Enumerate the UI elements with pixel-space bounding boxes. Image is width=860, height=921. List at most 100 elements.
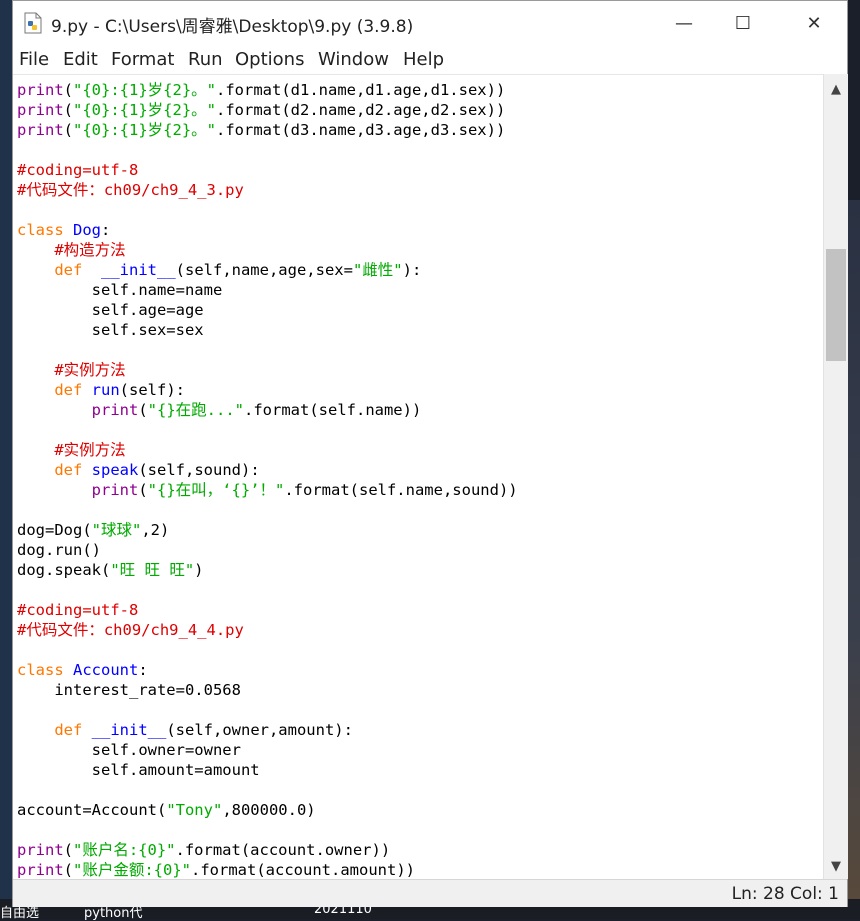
scroll-up-arrow-icon[interactable]: ▲	[824, 78, 848, 102]
scrollbar-thumb[interactable]	[826, 249, 846, 362]
code-line[interactable]	[17, 700, 518, 720]
code-line[interactable]: print("{}在叫，‘{}’！".format(self.name,soun…	[17, 480, 518, 500]
window-title: 9.py - C:\Users\周睿雅\Desktop\9.py (3.9.8)	[51, 17, 414, 37]
code-token: print	[91, 401, 139, 419]
code-token: def	[54, 461, 83, 479]
title-bar[interactable]: 9.py - C:\Users\周睿雅\Desktop\9.py (3.9.8)…	[13, 1, 847, 46]
code-text[interactable]: print("{0}:{1}岁{2}。".format(d1.name,d1.a…	[17, 80, 518, 880]
code-line[interactable]	[17, 780, 518, 800]
code-line[interactable]	[17, 500, 518, 520]
code-line[interactable]: print("{0}:{1}岁{2}。".format(d1.name,d1.a…	[17, 80, 518, 100]
menu-window[interactable]: Window	[318, 49, 389, 70]
code-token: self.age=age	[17, 301, 204, 319]
code-token: .format(self.name))	[244, 401, 422, 419]
code-token: dog.speak(	[17, 561, 111, 579]
code-line[interactable]: self.name=name	[17, 280, 518, 300]
code-line[interactable]: dog=Dog("球球",2)	[17, 520, 518, 540]
scroll-down-arrow-icon[interactable]: ▼	[824, 855, 848, 879]
code-token: print	[17, 101, 64, 119]
code-line[interactable]	[17, 580, 518, 600]
code-token: #构造方法	[54, 241, 126, 259]
code-line[interactable]	[17, 200, 518, 220]
code-line[interactable]: self.sex=sex	[17, 320, 518, 340]
code-token: account=Account(	[17, 801, 167, 819]
code-line[interactable]: #coding=utf-8	[17, 600, 518, 620]
code-line[interactable]: print("{0}:{1}岁{2}。".format(d2.name,d2.a…	[17, 100, 518, 120]
code-token: :	[138, 661, 148, 679]
code-token: print	[91, 481, 139, 499]
code-line[interactable]: #代码文件：ch09/ch9_4_4.py	[17, 620, 518, 640]
code-token: class	[17, 661, 64, 679]
code-line[interactable]: class Account:	[17, 660, 518, 680]
code-line[interactable]: def run(self):	[17, 380, 518, 400]
code-token: __init__	[91, 721, 167, 739]
code-token: "Tony"	[166, 801, 223, 819]
code-line[interactable]: print("{0}:{1}岁{2}。".format(d3.name,d3.a…	[17, 120, 518, 140]
code-token: "旺 旺 旺"	[110, 561, 195, 579]
code-token: "{}在叫，‘{}’！"	[147, 481, 285, 499]
menu-edit[interactable]: Edit	[63, 49, 98, 70]
code-token: "雌性"	[352, 261, 403, 279]
code-line[interactable]: account=Account("Tony",800000.0)	[17, 800, 518, 820]
code-token: (	[63, 101, 74, 119]
code-line[interactable]: print("{}在跑...".format(self.name))	[17, 400, 518, 420]
code-token: def	[54, 381, 83, 399]
cursor-position: Ln: 28 Col: 1	[731, 884, 839, 904]
code-line[interactable]: print("账户金额:{0}".format(account.amount))	[17, 860, 518, 880]
code-line[interactable]: dog.run()	[17, 540, 518, 560]
close-button[interactable]: ✕	[785, 1, 843, 46]
code-token: :	[101, 221, 111, 239]
code-line[interactable]	[17, 140, 518, 160]
code-line[interactable]: def speak(self,sound):	[17, 460, 518, 480]
desktop-right-strip	[848, 200, 860, 919]
code-line[interactable]: print("账户名:{0}".format(account.owner))	[17, 840, 518, 860]
code-line[interactable]: dog.speak("旺 旺 旺")	[17, 560, 518, 580]
code-line[interactable]: #代码文件：ch09/ch9_4_3.py	[17, 180, 518, 200]
code-line[interactable]: class Dog:	[17, 220, 518, 240]
menu-bar: File Edit Format Run Options Window Help	[13, 46, 847, 74]
menu-format[interactable]: Format	[111, 49, 174, 70]
vertical-scrollbar[interactable]: ▲ ▼	[823, 74, 848, 879]
code-token: run	[91, 381, 120, 399]
minimize-button[interactable]: —	[655, 1, 713, 46]
code-token: print	[17, 121, 64, 139]
code-line[interactable]: self.age=age	[17, 300, 518, 320]
code-line[interactable]: interest_rate=0.0568	[17, 680, 518, 700]
code-line[interactable]: def __init__(self,owner,amount):	[17, 720, 518, 740]
maximize-button[interactable]: ☐	[714, 1, 772, 46]
code-token: (self,name,age,sex=	[175, 261, 353, 279]
menu-options[interactable]: Options	[235, 49, 304, 70]
code-editor[interactable]: print("{0}:{1}岁{2}。".format(d1.name,d1.a…	[13, 74, 823, 880]
code-token: Dog	[73, 221, 102, 239]
code-token: "账户名:{0}"	[73, 841, 176, 859]
code-line[interactable]: self.amount=amount	[17, 760, 518, 780]
menu-run[interactable]: Run	[188, 49, 223, 70]
code-token: .format(d3.name,d3.age,d3.sex))	[216, 121, 506, 139]
code-line[interactable]: def __init__(self,name,age,sex="雌性"):	[17, 260, 518, 280]
code-token: (	[63, 121, 74, 139]
code-token: "{0}:{1}岁{2}。"	[73, 101, 216, 119]
code-line[interactable]	[17, 420, 518, 440]
code-token: __init__	[101, 261, 176, 279]
code-token: class	[17, 221, 64, 239]
code-line[interactable]: #实例方法	[17, 440, 518, 460]
code-line[interactable]: self.owner=owner	[17, 740, 518, 760]
code-token: (	[63, 81, 74, 99]
code-line[interactable]	[17, 340, 518, 360]
code-line[interactable]: #实例方法	[17, 360, 518, 380]
code-token: .format(d1.name,d1.age,d1.sex))	[216, 81, 506, 99]
code-token: ,2)	[141, 521, 170, 539]
code-line[interactable]: #coding=utf-8	[17, 160, 518, 180]
code-line[interactable]	[17, 820, 518, 840]
menu-file[interactable]: File	[19, 49, 49, 70]
idle-editor-window: 9.py - C:\Users\周睿雅\Desktop\9.py (3.9.8)…	[12, 0, 848, 907]
code-line[interactable]: #构造方法	[17, 240, 518, 260]
code-line[interactable]	[17, 640, 518, 660]
menu-help[interactable]: Help	[403, 49, 444, 70]
